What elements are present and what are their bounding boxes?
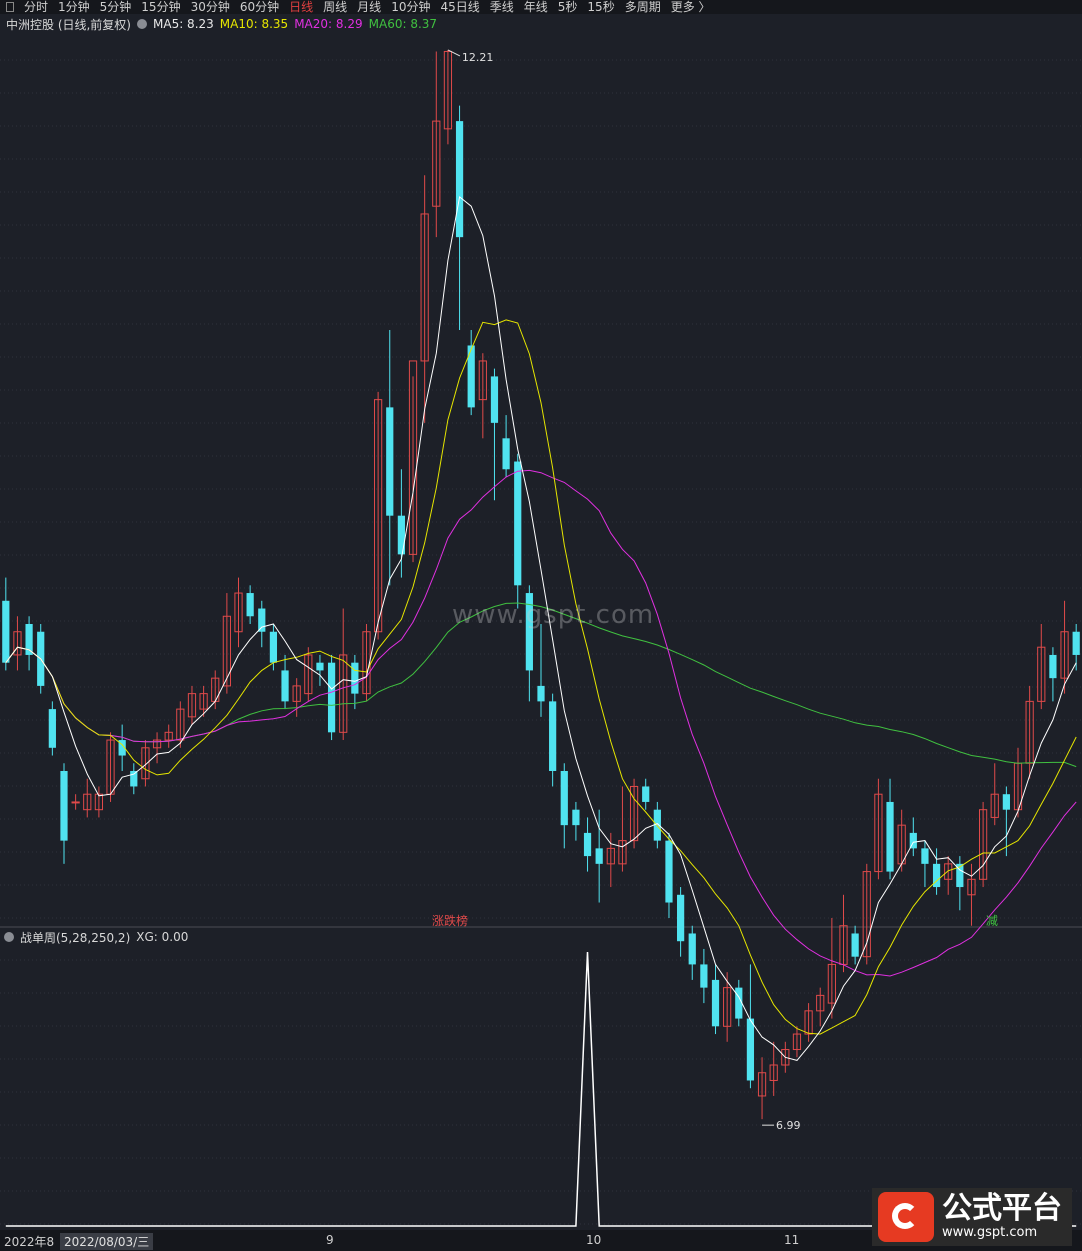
- candle-body-down: [653, 809, 661, 841]
- tab-weekly[interactable]: 周线: [323, 0, 347, 14]
- indicator-title: 战单周(5,28,250,2): [20, 930, 131, 945]
- logo-url: www.gspt.com: [942, 1225, 1038, 1240]
- tab-10min[interactable]: 10分钟: [391, 0, 430, 14]
- tab-15sec[interactable]: 15秒: [587, 0, 614, 14]
- axis-year: 2022年8: [4, 1235, 55, 1249]
- candle-body-down: [2, 600, 10, 663]
- indicator-legend: 战单周(5,28,250,2) XG: 0.00: [0, 929, 188, 945]
- high-price-label: 12.21: [462, 51, 494, 64]
- candle-body-down: [281, 670, 289, 702]
- menu-icon[interactable]: [6, 2, 14, 12]
- candle-body-down: [886, 801, 894, 872]
- candle-body-down: [455, 121, 464, 238]
- tab-45day[interactable]: 45日线: [440, 0, 479, 14]
- candle-body-down: [665, 840, 673, 903]
- axis-month-11: 11: [784, 1233, 800, 1247]
- tab-1min[interactable]: 1分钟: [58, 0, 90, 14]
- candle-body-down: [130, 771, 138, 787]
- indicator-value: XG: 0.00: [136, 930, 189, 944]
- tab-yearly[interactable]: 年线: [524, 0, 548, 14]
- candle-body-down: [327, 662, 336, 733]
- indicator-settings-circle-icon[interactable]: [4, 932, 14, 942]
- tab-5sec[interactable]: 5秒: [558, 0, 578, 14]
- tab-5min[interactable]: 5分钟: [100, 0, 132, 14]
- candle-body-down: [258, 608, 266, 632]
- logo-g-icon: [878, 1192, 934, 1242]
- candle-body-down: [397, 515, 405, 555]
- tag-jian: 减: [986, 914, 998, 928]
- candle-body-down: [386, 407, 394, 516]
- candle-body-down: [583, 832, 592, 857]
- tab-multi-period[interactable]: 多周期: [625, 0, 661, 14]
- tab-more[interactable]: 更多 〉: [671, 0, 711, 14]
- watermark-text: www.gspt.com: [452, 600, 655, 630]
- candle-body-up: [71, 801, 80, 804]
- candle-body-down: [1049, 654, 1057, 679]
- candle-body-down: [1002, 794, 1010, 810]
- tab-30min[interactable]: 30分钟: [191, 0, 230, 14]
- tab-monthly[interactable]: 月线: [357, 0, 381, 14]
- ma10-value: MA10: 8.35: [219, 17, 289, 31]
- ma5-value: MA5: 8.23: [153, 17, 214, 31]
- tab-daily[interactable]: 日线: [289, 0, 313, 14]
- candle-body-down: [711, 979, 720, 1027]
- high-pointer: [447, 49, 461, 57]
- candle-body-down: [851, 933, 859, 957]
- candle-body-down: [1072, 631, 1080, 655]
- candle-body-down: [688, 933, 696, 965]
- tab-15min[interactable]: 15分钟: [141, 0, 180, 14]
- candle-body-down: [269, 631, 278, 663]
- ma20-value: MA20: 8.29: [294, 17, 363, 31]
- tab-fenshi[interactable]: 分时: [24, 0, 48, 14]
- candle-body-down: [48, 709, 56, 748]
- stock-title: 中洲控股 (日线,前复权): [6, 17, 131, 32]
- candle-body-down: [351, 662, 359, 694]
- axis-month-10: 10: [586, 1233, 602, 1247]
- ma20-line: [5, 469, 1077, 977]
- axis-month-9: 9: [326, 1233, 334, 1247]
- gspt-logo: 公式平台 www.gspt.com: [872, 1188, 1072, 1246]
- cursor-date: 2022/08/03/三: [60, 1233, 154, 1250]
- period-toolbar: 分时 1分钟 5分钟 15分钟 30分钟 60分钟 日线 周线 月线 10分钟 …: [0, 0, 1082, 14]
- low-price-label: 6.99: [776, 1119, 801, 1132]
- candle-body-down: [677, 894, 685, 942]
- tag-zhangdiebang: 涨跌榜: [432, 913, 468, 928]
- candle-body-down: [316, 662, 324, 671]
- candle-body-down: [502, 438, 510, 470]
- candle-body-down: [549, 701, 557, 771]
- candle-body-down: [921, 848, 929, 864]
- settings-circle-icon[interactable]: [137, 19, 147, 29]
- candle-body-down: [246, 593, 254, 617]
- candle-body-down: [560, 771, 568, 826]
- candle-body-down: [537, 685, 545, 702]
- candle-body-down: [595, 848, 603, 864]
- tab-quarterly[interactable]: 季线: [490, 0, 514, 14]
- main-chart-legend: 中洲控股 (日线,前复权) MA5: 8.23 MA10: 8.35 MA20:…: [0, 16, 443, 32]
- logo-name: 公式平台: [942, 1191, 1062, 1226]
- tab-60min[interactable]: 60分钟: [240, 0, 279, 14]
- candle-body-down: [700, 964, 708, 988]
- ma60-value: MA60: 8.37: [368, 17, 438, 31]
- candle-body-down: [490, 376, 499, 423]
- candle-body-down: [746, 1018, 755, 1081]
- candle-body-down: [572, 809, 580, 826]
- candle-body-down: [735, 987, 743, 1019]
- candle-body-down: [514, 461, 522, 586]
- candle-body-down: [642, 786, 650, 802]
- candle-body-down: [60, 771, 68, 841]
